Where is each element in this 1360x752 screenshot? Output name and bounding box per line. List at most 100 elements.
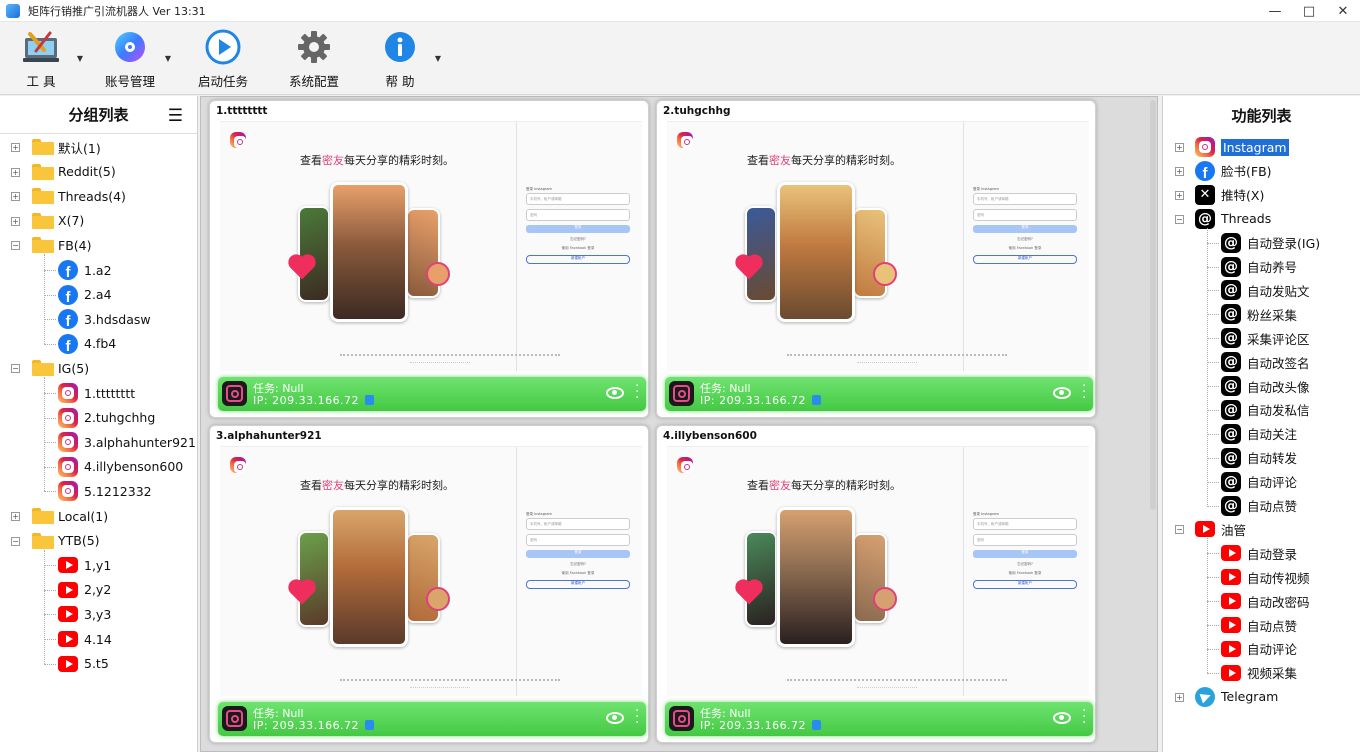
system-config-button[interactable]: 系统配置 [287,24,341,90]
function-tree-item[interactable]: Instagram [1195,136,1289,158]
group-tree-item[interactable]: 2,y2 [58,579,111,601]
group-tree-folder[interactable]: YTB(5) [32,530,100,552]
function-tree-item[interactable]: @ 自动转发 [1221,447,1297,469]
group-tree-folder[interactable]: FB(4) [32,234,91,256]
group-tree-folder[interactable]: Reddit(5) [32,161,116,183]
function-tree-item[interactable]: 自动点赞 [1221,614,1297,636]
more-vertical-icon[interactable]: · · · [635,704,639,730]
expand-toggle[interactable]: + [11,192,20,202]
expand-toggle[interactable]: + [11,512,20,521]
group-tree-item[interactable]: f 1.a2 [58,259,112,281]
function-tree-item[interactable]: @ 粉丝采集 [1221,303,1297,325]
eye-icon[interactable] [1053,387,1071,399]
function-tree-item[interactable]: Telegram [1195,686,1278,708]
more-vertical-icon[interactable]: · · · [635,379,639,405]
group-tree-item[interactable]: 3.alphahunter921 [58,431,196,453]
function-tree-item[interactable]: @ 自动改签名 [1221,351,1310,373]
function-tree-item[interactable]: ✕ 推特(X) [1195,184,1264,206]
copy-icon[interactable] [365,720,375,730]
telegram-icon [1195,686,1215,707]
group-list-title: 分组列表 [68,106,129,124]
group-tree-folder[interactable]: X(7) [32,210,84,232]
more-vertical-icon[interactable]: · · · [1082,379,1086,405]
help-button[interactable]: 帮 助 [380,24,420,90]
browser-card[interactable]: 4.illybenson600 查看密友每天分享的精彩时刻。 登录 Instag… [656,425,1096,743]
expand-toggle[interactable]: + [1175,190,1184,200]
expand-toggle[interactable]: + [1175,166,1184,176]
function-tree-item[interactable]: @ 自动关注 [1221,423,1297,445]
function-tree-item[interactable]: @ 自动登录(IG) [1221,232,1320,254]
account-dropdown-arrow[interactable]: ▼ [165,54,171,63]
function-tree-item[interactable]: @ 自动点赞 [1221,495,1297,517]
expand-toggle[interactable]: + [11,143,20,152]
function-tree-item[interactable]: 自动传视频 [1221,566,1310,588]
browser-viewport[interactable]: 查看密友每天分享的精彩时刻。 登录 Instagram 手机号、帐户或邮箱 密码… [220,121,642,371]
function-tree-item[interactable]: @ 自动改头像 [1221,375,1310,397]
more-vertical-icon[interactable]: · · · [1082,704,1086,730]
grid-scrollbar[interactable] [1150,100,1156,510]
expand-toggle[interactable]: − [11,364,20,374]
browser-card[interactable]: 3.alphahunter921 查看密友每天分享的精彩时刻。 登录 Insta… [209,425,649,743]
expand-toggle[interactable]: − [11,536,20,546]
group-tree-item[interactable]: f 3.hdsdasw [58,308,151,330]
minimize-button[interactable]: — [1258,0,1292,22]
group-tree-item[interactable]: 4.illybenson600 [58,456,183,478]
browser-viewport[interactable]: 查看密友每天分享的精彩时刻。 登录 Instagram 手机号、帐户或邮箱 密码… [667,121,1089,371]
tree-node-label: 粉丝采集 [1247,307,1298,323]
function-tree-item[interactable]: @ 自动养号 [1221,256,1297,278]
help-dropdown-arrow[interactable]: ▼ [435,54,441,63]
eye-icon[interactable] [1053,712,1071,724]
browser-viewport[interactable]: 查看密友每天分享的精彩时刻。 登录 Instagram 手机号、帐户或邮箱 密码… [667,446,1089,696]
eye-icon[interactable] [606,712,624,724]
group-tree-item[interactable]: 1.tttttttt [58,382,135,404]
group-tree-folder[interactable]: IG(5) [32,357,89,379]
group-tree-item[interactable]: 1,y1 [58,554,111,576]
group-tree-folder[interactable]: Local(1) [32,505,108,527]
copy-icon[interactable] [812,720,822,730]
expand-toggle[interactable]: + [11,216,20,226]
hamburger-menu-icon[interactable]: ☰ [168,106,183,126]
expand-toggle[interactable]: − [1175,525,1184,535]
expand-toggle[interactable]: − [1175,214,1184,224]
function-tree-item[interactable]: 自动评论 [1221,638,1297,660]
close-button[interactable]: ✕ [1326,0,1360,22]
function-tree-item[interactable]: @ 采集评论区 [1221,327,1310,349]
expand-toggle[interactable]: + [11,167,20,177]
function-tree-item[interactable]: @ 自动发贴文 [1221,279,1310,301]
group-tree-item[interactable]: 5.t5 [58,653,109,675]
group-tree-item[interactable]: 4.14 [58,628,112,650]
expand-toggle[interactable]: + [1175,692,1184,702]
function-tree-item[interactable]: 视频采集 [1221,662,1297,684]
tools-button[interactable]: 工 具 [18,24,64,90]
function-tree-item[interactable]: 自动改密码 [1221,590,1310,612]
group-tree-folder[interactable]: Threads(4) [32,185,126,207]
function-tree-item[interactable]: f 脸书(FB) [1195,160,1272,182]
app-icon [6,3,20,18]
group-tree-item[interactable]: 5.1212332 [58,480,152,502]
instagram-logo-icon [677,457,699,473]
group-tree-item[interactable]: 2.tuhgchhg [58,407,155,429]
group-tree-item[interactable]: f 4.fb4 [58,333,116,355]
browser-card[interactable]: 1.tttttttt 查看密友每天分享的精彩时刻。 登录 Instagram 手… [209,100,649,418]
function-tree-item[interactable]: @ 自动评论 [1221,471,1297,493]
expand-toggle[interactable]: + [1175,143,1184,152]
copy-icon[interactable] [365,395,375,405]
maximize-button[interactable]: □ [1292,0,1326,22]
account-management-button[interactable]: 账号管理 [104,24,156,90]
group-tree-folder[interactable]: 默认(1) [32,136,101,158]
browser-card[interactable]: 2.tuhgchhg 查看密友每天分享的精彩时刻。 登录 Instagram 手… [656,100,1096,418]
threads-icon: @ [1221,352,1241,373]
browser-viewport[interactable]: 查看密友每天分享的精彩时刻。 登录 Instagram 手机号、帐户或邮箱 密码… [220,446,642,696]
copy-icon[interactable] [812,395,822,405]
start-task-button[interactable]: 启动任务 [196,24,250,90]
group-tree-item[interactable]: 3,y3 [58,603,111,625]
eye-icon[interactable] [606,387,624,399]
tools-dropdown-arrow[interactable]: ▼ [77,54,83,63]
function-tree-item[interactable]: 油管 [1195,518,1246,540]
group-tree-item[interactable]: f 2.a4 [58,284,112,306]
function-tree-item[interactable]: 自动登录 [1221,542,1297,564]
tree-node-label: 自动发贴文 [1247,283,1310,299]
function-tree-item[interactable]: @ 自动发私信 [1221,399,1310,421]
function-tree-item[interactable]: @ Threads [1195,208,1271,230]
expand-toggle[interactable]: − [11,241,20,251]
